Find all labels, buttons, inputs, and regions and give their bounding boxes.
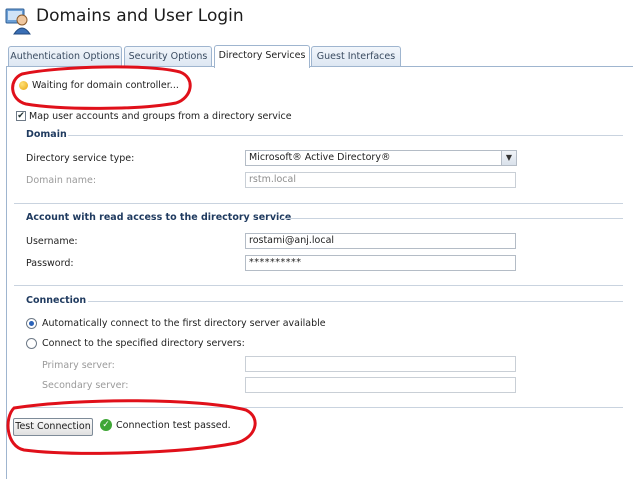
secondary-server-field[interactable] [245,377,516,393]
map-users-checkbox[interactable]: ✔ [16,111,26,121]
map-users-label: Map user accounts and groups from a dire… [29,111,292,122]
directory-type-select[interactable]: Microsoft® Active Directory® ▼ [245,150,517,166]
username-field[interactable]: rostami@anj.local [245,233,516,249]
status-text: Waiting for domain controller... [32,80,179,91]
password-field[interactable]: ********** [245,255,516,271]
username-label: Username: [26,236,78,247]
tab-guest-interfaces[interactable]: Guest Interfaces [311,46,401,67]
domain-name-field[interactable]: rstm.local [245,172,516,188]
account-section-title: Account with read access to the director… [26,212,292,223]
section-divider [14,285,623,286]
directory-services-panel [6,66,633,479]
domain-section-title: Domain [26,129,67,140]
auto-connect-radio[interactable] [26,318,37,329]
test-connection-button[interactable]: Test Connection [13,418,93,436]
domain-section-divider [68,135,623,136]
tab-directory-services[interactable]: Directory Services [214,45,310,68]
tab-authentication-options[interactable]: Authentication Options [8,46,122,67]
section-divider [14,203,623,204]
password-label: Password: [26,258,74,269]
auto-connect-label: Automatically connect to the first direc… [42,318,326,329]
domain-name-label: Domain name: [26,175,97,186]
primary-server-label: Primary server: [42,360,115,371]
primary-server-field[interactable] [245,356,516,372]
account-section-divider [281,218,623,219]
specified-servers-label: Connect to the specified directory serve… [42,338,245,349]
checkmark-icon: ✓ [100,419,112,431]
chevron-down-icon[interactable]: ▼ [501,151,516,165]
connection-section-title: Connection [26,295,87,306]
tab-security-options[interactable]: Security Options [124,46,212,67]
section-divider [14,407,623,408]
directory-type-label: Directory service type: [26,153,135,164]
connection-section-divider [88,301,623,302]
page-title: Domains and User Login [36,6,244,26]
specified-servers-radio[interactable] [26,338,37,349]
directory-type-value: Microsoft® Active Directory® [249,152,391,163]
secondary-server-label: Secondary server: [42,380,129,391]
test-result-text: Connection test passed. [116,420,231,431]
users-domain-icon [4,5,32,35]
status-dot-icon [19,81,28,90]
